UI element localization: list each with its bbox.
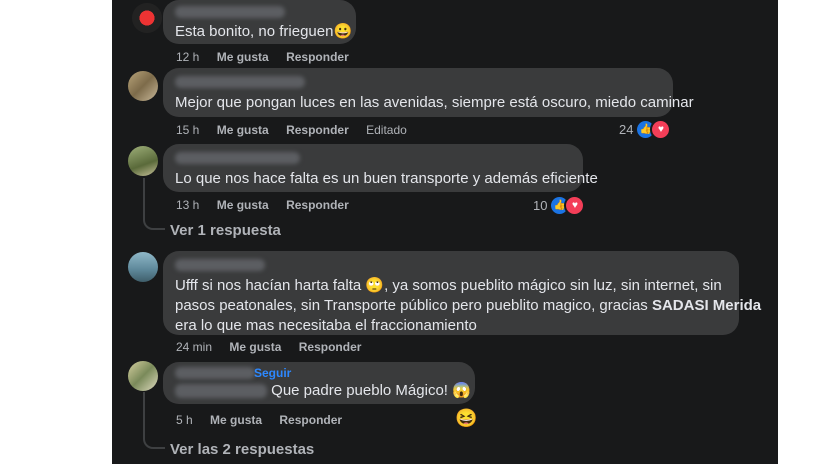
- comment-text-line: Que padre pueblo Mágico! 😱: [175, 381, 471, 401]
- timestamp[interactable]: 13 h: [176, 198, 199, 212]
- comment-text-line: Ufff si nos hacían harta falta 🙄, ya som…: [175, 277, 722, 294]
- reply-button[interactable]: Responder: [286, 198, 349, 212]
- comment-actions: 5 h Me gusta Responder: [176, 413, 356, 427]
- reaction-count: 10: [533, 198, 548, 213]
- blurred-author-name[interactable]: [175, 367, 255, 379]
- mention-link[interactable]: SADASI Merida: [652, 297, 761, 314]
- avatar[interactable]: [128, 146, 158, 176]
- laughing-emoji-icon: 😆: [455, 408, 478, 428]
- like-button[interactable]: Me gusta: [229, 340, 281, 354]
- blurred-mention[interactable]: [175, 384, 267, 399]
- timestamp[interactable]: 24 min: [176, 340, 212, 354]
- blurred-author-name[interactable]: [175, 152, 300, 164]
- timestamp[interactable]: 12 h: [176, 50, 199, 64]
- comment-bubble: Esta bonito, no frieguen😀: [163, 0, 356, 44]
- reaction-summary[interactable]: 24 👍 ♥: [619, 119, 672, 140]
- thread-line: [143, 178, 165, 230]
- reply-button[interactable]: Responder: [279, 413, 342, 427]
- view-replies-link[interactable]: Ver las 2 respuestas: [170, 441, 314, 458]
- comment-actions: 15 h Me gusta Responder Editado: [176, 123, 421, 137]
- comment-text: Esta bonito, no frieguen😀: [175, 23, 353, 40]
- love-icon: ♥: [564, 195, 586, 216]
- avatar[interactable]: [128, 71, 158, 101]
- like-button[interactable]: Me gusta: [217, 198, 269, 212]
- comment-bubble: Mejor que pongan luces en las avenidas, …: [163, 68, 694, 117]
- thread-line: [143, 392, 165, 449]
- avatar[interactable]: [132, 3, 162, 33]
- comment-actions: 24 min Me gusta Responder: [176, 340, 375, 354]
- comment-text: Que padre pueblo Mágico! 😱: [267, 382, 471, 399]
- comment-bubble: Lo que nos hace falta es un buen transpo…: [163, 144, 598, 192]
- avatar[interactable]: [128, 361, 158, 391]
- timestamp[interactable]: 15 h: [176, 123, 199, 137]
- reply-button[interactable]: Responder: [286, 50, 349, 64]
- avatar[interactable]: [128, 252, 158, 282]
- comment-bubble: Que padre pueblo Mágico! 😱: [163, 362, 475, 404]
- comment-text-line: pasos peatonales, sin Transporte público…: [175, 296, 761, 316]
- reaction-count: 24: [619, 122, 634, 137]
- comment-text: Lo que nos hace falta es un buen transpo…: [175, 170, 598, 187]
- like-button[interactable]: Me gusta: [210, 413, 262, 427]
- blurred-author-name[interactable]: [175, 6, 285, 18]
- comment-text-line: era lo que mas necesitaba el fraccionami…: [175, 317, 477, 334]
- blurred-author-name[interactable]: [175, 259, 265, 271]
- comments-panel: Esta bonito, no frieguen😀 12 h Me gusta …: [112, 0, 778, 464]
- reply-button[interactable]: Responder: [286, 123, 349, 137]
- love-icon: ♥: [650, 119, 672, 140]
- blurred-author-name[interactable]: [175, 76, 305, 88]
- comment-actions: 12 h Me gusta Responder: [176, 50, 363, 64]
- comment-text-fragment: pasos peatonales, sin Transporte público…: [175, 297, 652, 314]
- timestamp[interactable]: 5 h: [176, 413, 193, 427]
- comment-bubble: Ufff si nos hacían harta falta 🙄, ya som…: [163, 251, 761, 335]
- like-button[interactable]: Me gusta: [217, 123, 269, 137]
- reply-button[interactable]: Responder: [299, 340, 362, 354]
- follow-button[interactable]: Seguir: [254, 366, 291, 380]
- view-replies-link[interactable]: Ver 1 respuesta: [170, 222, 281, 239]
- reaction-summary[interactable]: 10 👍 ♥: [533, 195, 586, 216]
- reaction-summary[interactable]: 😆: [455, 408, 477, 429]
- comment-actions: 13 h Me gusta Responder: [176, 198, 363, 212]
- comment-text: Mejor que pongan luces en las avenidas, …: [175, 94, 694, 111]
- edited-label: Editado: [366, 123, 407, 137]
- like-button[interactable]: Me gusta: [217, 50, 269, 64]
